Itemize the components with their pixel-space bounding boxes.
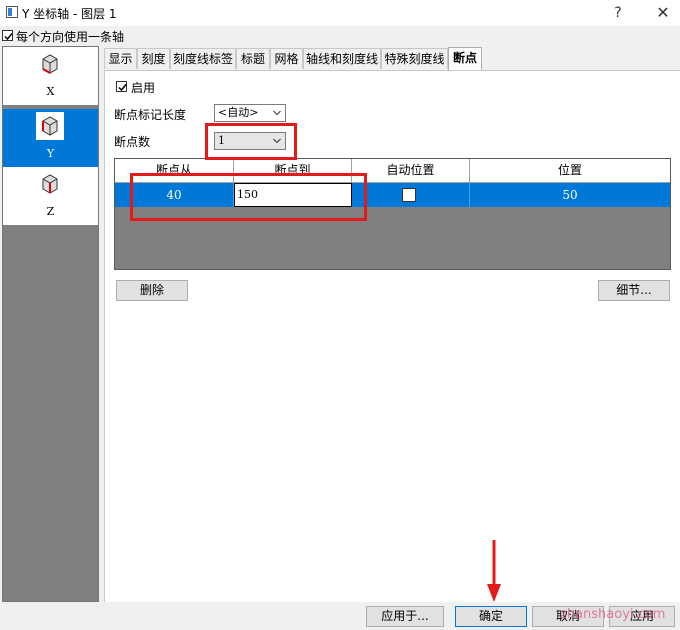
tab-tick-labels[interactable]: 刻度线标签 — [170, 48, 236, 69]
auto-position-checkbox[interactable] — [402, 188, 416, 202]
axis-list: X Y Z — [2, 46, 99, 602]
header-position[interactable]: 位置 — [470, 159, 670, 183]
axis-cube-icon — [42, 54, 58, 74]
window-title: Y 坐标轴 - 图层 1 — [22, 7, 117, 21]
tab-axis-lines-ticks[interactable]: 轴线和刻度线 — [303, 48, 381, 69]
tab-breaks[interactable]: 断点 — [448, 47, 482, 70]
break-mark-length-label: 断点标记长度 — [114, 108, 187, 122]
enable-label: 启用 — [131, 81, 156, 95]
axis-item-x[interactable]: X — [3, 47, 98, 105]
chevron-down-icon — [273, 110, 281, 116]
tab-scale[interactable]: 刻度 — [137, 48, 170, 69]
checkmark-icon — [4, 33, 13, 41]
axis-cube-icon — [42, 116, 58, 136]
one-axis-label: 每个方向使用一条轴 — [16, 30, 125, 44]
help-button[interactable]: ? — [606, 2, 630, 24]
cell-position[interactable]: 50 — [470, 183, 670, 207]
header-auto-position[interactable]: 自动位置 — [352, 159, 470, 183]
tab-display[interactable]: 显示 — [104, 48, 137, 69]
red-arrow-icon — [487, 540, 501, 602]
details-button[interactable]: 细节... — [598, 280, 670, 301]
axis-label-x: X — [46, 85, 55, 98]
tab-special-ticks[interactable]: 特殊刻度线 — [381, 48, 448, 69]
watermark: zhanshaoyi.com — [560, 607, 666, 622]
axis-item-z[interactable]: Z — [3, 167, 98, 225]
break-count-label: 断点数 — [114, 135, 151, 149]
break-mark-length-value: <自动> — [218, 106, 259, 119]
checkmark-icon — [118, 84, 127, 92]
delete-button[interactable]: 删除 — [116, 280, 188, 301]
axis-label-z: Z — [46, 205, 55, 218]
annotation-box-break-count — [205, 123, 297, 160]
close-button[interactable]: ✕ — [650, 2, 676, 24]
tab-panel — [104, 70, 680, 602]
annotation-box-break-row — [130, 173, 367, 221]
ok-button[interactable]: 确定 — [455, 606, 527, 627]
tab-grid[interactable]: 网格 — [270, 48, 303, 69]
tab-title[interactable]: 标题 — [236, 48, 270, 69]
one-axis-checkbox[interactable] — [2, 30, 13, 41]
apply-to-button[interactable]: 应用于... — [366, 606, 444, 627]
axis-label-y: Y — [46, 147, 55, 160]
break-mark-length-select[interactable]: <自动> — [214, 104, 286, 122]
axis-cube-icon — [42, 174, 58, 194]
axis-item-y[interactable]: Y — [3, 109, 98, 167]
window-icon — [6, 6, 18, 18]
enable-checkbox[interactable] — [116, 81, 127, 92]
